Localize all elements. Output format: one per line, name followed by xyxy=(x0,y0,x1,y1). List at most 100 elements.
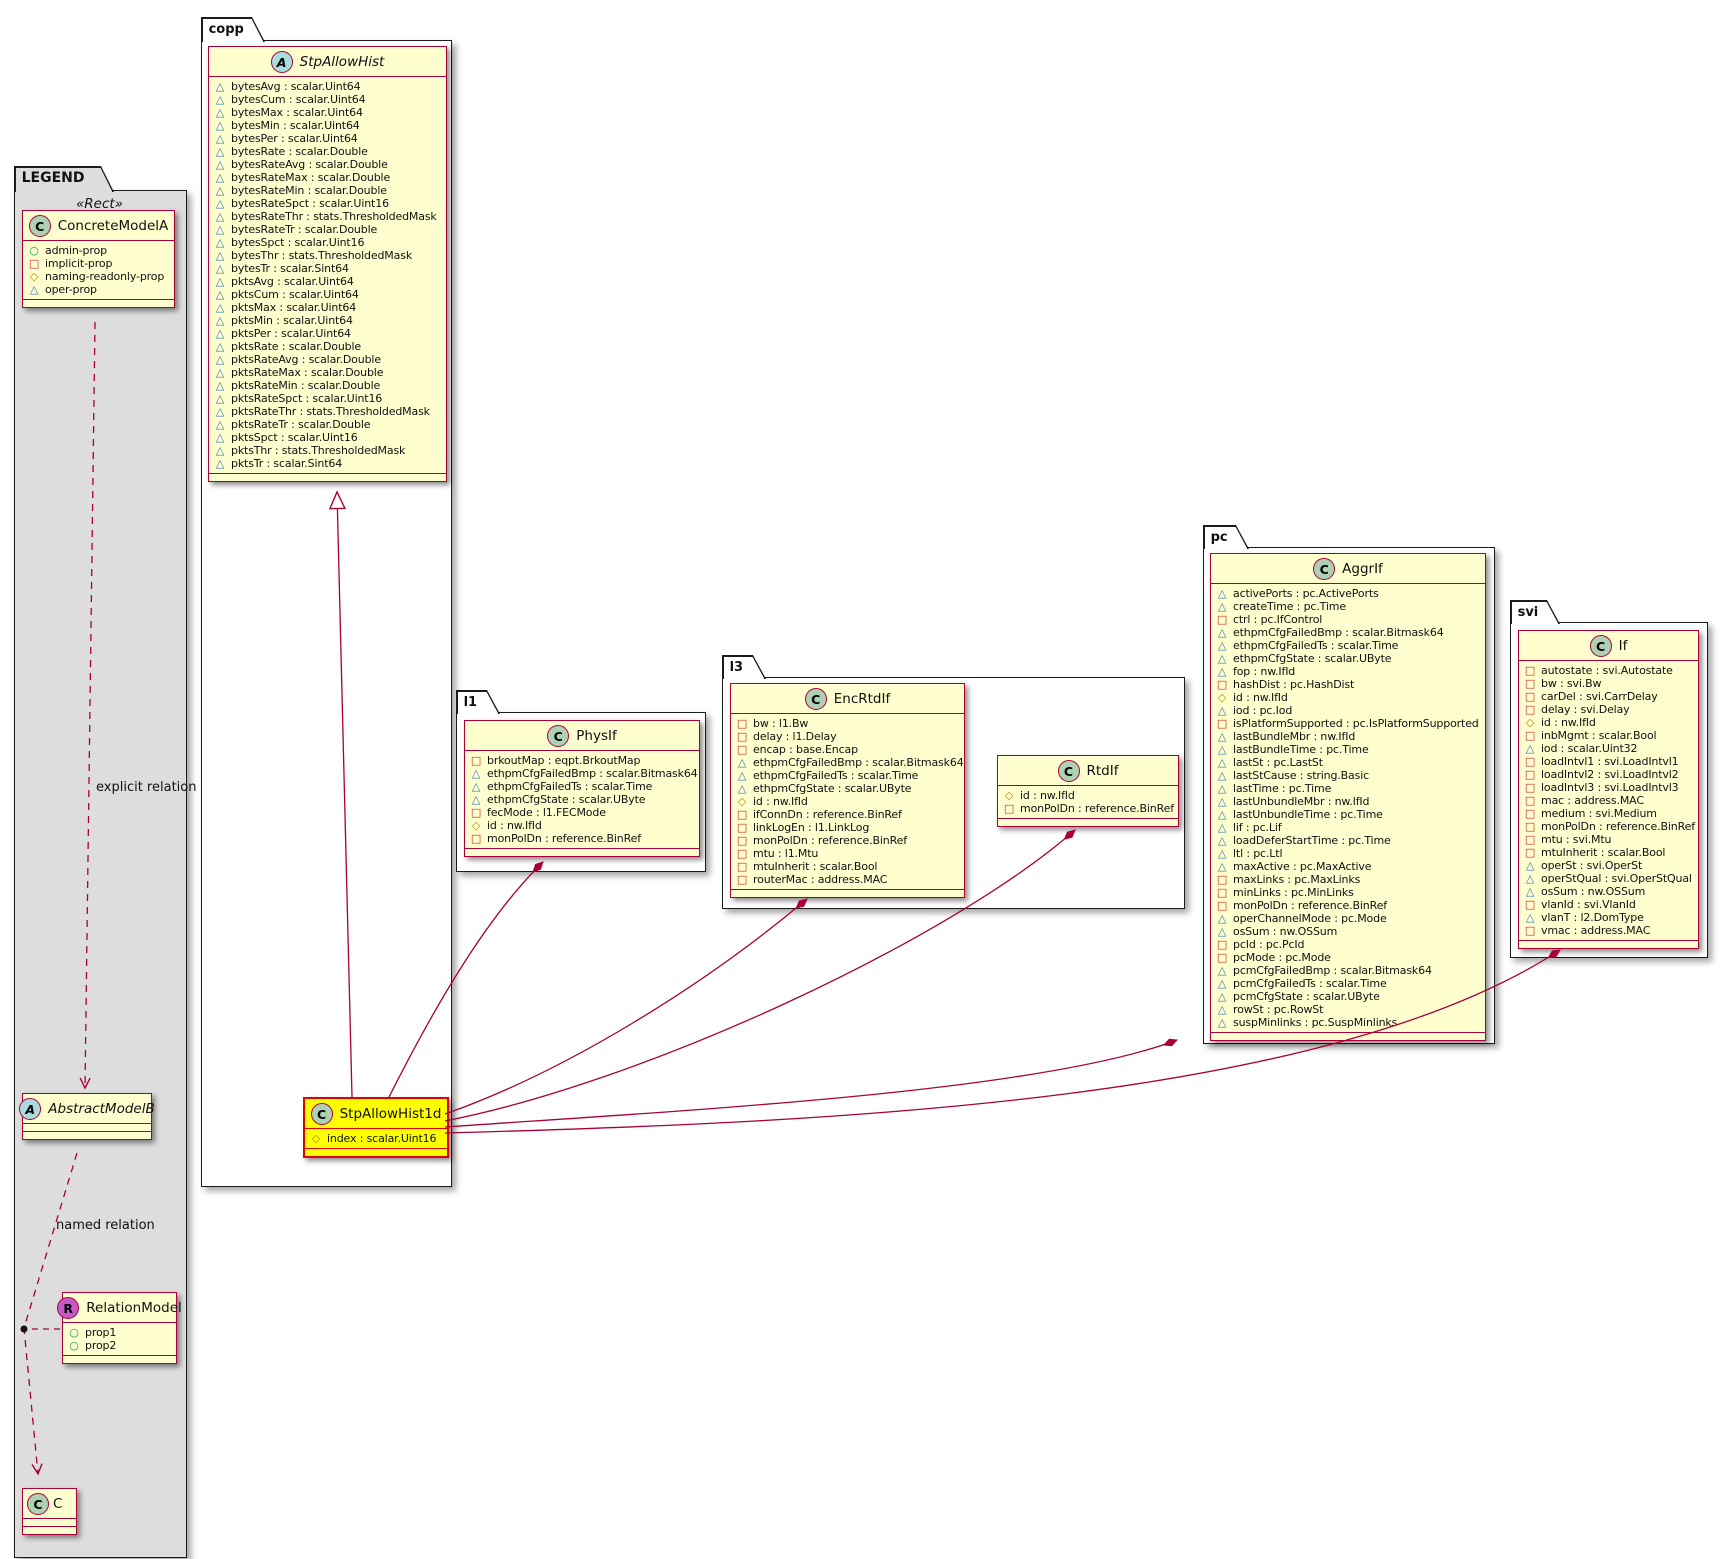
attribute-row: □mtu : l1.Mtu xyxy=(736,847,960,860)
attribute-text: bw : svi.Bw xyxy=(1541,677,1601,690)
attribute-row: △ethpmCfgFailedTs : scalar.Time xyxy=(736,769,960,782)
implicit-prop-icon: □ xyxy=(1524,846,1536,859)
oper-prop-icon: △ xyxy=(214,249,226,262)
composition-aggrif-edge xyxy=(445,1040,1177,1127)
attribute-row: △ethpmCfgFailedBmp : scalar.Bitmask64 xyxy=(736,756,960,769)
attribute-text: bytesAvg : scalar.Uint64 xyxy=(231,80,361,93)
attribute-row: △vlanT : l2.DomType xyxy=(1524,911,1694,924)
attributes-compartment: □autostate : svi.Autostate□bw : svi.Bw□c… xyxy=(1519,661,1698,940)
attributes-compartment: □bw : l1.Bw□delay : l1.Delay□encap : bas… xyxy=(731,714,964,889)
attribute-text: activePorts : pc.ActivePorts xyxy=(1233,587,1379,600)
methods-compartment xyxy=(23,1526,76,1534)
attribute-row: □implicit-prop xyxy=(28,257,170,270)
oper-prop-icon: △ xyxy=(214,431,226,444)
attribute-row: □vmac : address.MAC xyxy=(1524,924,1694,937)
implicit-prop-icon: □ xyxy=(1216,613,1228,626)
attribute-text: bytesMax : scalar.Uint64 xyxy=(231,106,363,119)
attribute-text: id : nw.IfId xyxy=(1541,716,1596,729)
class-title: C ConcreteModelA xyxy=(23,211,174,241)
oper-prop-icon: △ xyxy=(214,93,226,106)
attribute-text: monPolDn : reference.BinRef xyxy=(487,832,641,845)
oper-prop-icon: △ xyxy=(1524,742,1536,755)
attribute-text: bytesRateAvg : scalar.Double xyxy=(231,158,388,171)
oper-prop-icon: △ xyxy=(214,288,226,301)
implicit-prop-icon: □ xyxy=(736,847,748,860)
attribute-row: □mac : address.MAC xyxy=(1524,794,1694,807)
class-stpallowhist1d: C StpAllowHist1d ◇index : scalar.Uint16 xyxy=(303,1097,449,1158)
oper-prop-icon: △ xyxy=(1216,860,1228,873)
attribute-text: lastTime : pc.Time xyxy=(1233,782,1331,795)
oper-prop-icon: △ xyxy=(214,132,226,145)
attribute-text: monPolDn : reference.BinRef xyxy=(1020,802,1174,815)
attribute-text: bytesPer : scalar.Uint64 xyxy=(231,132,358,145)
attribute-row: ◇id : nw.IfId xyxy=(736,795,960,808)
attribute-row: △createTime : pc.Time xyxy=(1216,600,1481,613)
class-spot-icon: C xyxy=(29,215,51,237)
class-spot-icon: C xyxy=(311,1103,333,1125)
package-label-l3: l3 xyxy=(724,657,765,679)
attribute-row: △pcmCfgFailedTs : scalar.Time xyxy=(1216,977,1481,990)
implicit-prop-icon: □ xyxy=(736,873,748,886)
attribute-row: △bytesAvg : scalar.Uint64 xyxy=(214,80,442,93)
class-abstractmodelb: A AbstractModelB xyxy=(22,1093,152,1140)
implicit-prop-icon: □ xyxy=(1524,833,1536,846)
admin-prop-icon: ○ xyxy=(28,244,40,257)
oper-prop-icon: △ xyxy=(214,353,226,366)
attribute-text: bytesMin : scalar.Uint64 xyxy=(231,119,360,132)
attribute-text: pktsRateSpct : scalar.Uint16 xyxy=(231,392,382,405)
class-title: C StpAllowHist1d xyxy=(305,1099,447,1129)
attribute-row: △ bytesRateMax : scalar.Double xyxy=(214,171,442,184)
oper-prop-icon: △ xyxy=(1216,769,1228,782)
implicit-prop-icon: □ xyxy=(470,832,482,845)
class-title: C C xyxy=(23,1489,76,1518)
attribute-text: operStQual : svi.OperStQual xyxy=(1541,872,1692,885)
attribute-text: mtuInherit : scalar.Bool xyxy=(753,860,877,873)
admin-prop-icon: ○ xyxy=(68,1326,80,1339)
package-tab-l3: l3 xyxy=(722,655,766,679)
methods-compartment xyxy=(23,299,174,307)
attribute-text: pktsSpct : scalar.Uint16 xyxy=(231,431,358,444)
attribute-text: bytesRateMax : scalar.Double xyxy=(231,171,390,184)
class-name: C xyxy=(53,1496,62,1512)
oper-prop-icon: △ xyxy=(1216,912,1228,925)
attribute-text: iod : pc.Iod xyxy=(1233,704,1292,717)
oper-prop-icon: △ xyxy=(214,171,226,184)
abstract-spot-icon: A xyxy=(19,1098,41,1120)
uml-class-diagram: LEGEND «Rect» copp l1 l3 pc svi A StpAll… xyxy=(0,0,1722,1559)
attribute-text: lastStCause : string.Basic xyxy=(1233,769,1369,782)
attribute-row: △ethpmCfgFailedTs : scalar.Time xyxy=(470,780,695,793)
implicit-prop-icon: □ xyxy=(1524,781,1536,794)
attribute-row: △bytesRateMin : scalar.Double xyxy=(214,184,442,197)
attribute-text: osSum : nw.OSSum xyxy=(1541,885,1645,898)
class-name: PhysIf xyxy=(576,728,616,744)
attribute-row: ◇index : scalar.Uint16 xyxy=(310,1132,443,1145)
attribute-row: △ethpmCfgFailedTs : scalar.Time xyxy=(1216,639,1481,652)
attribute-text: osSum : nw.OSSum xyxy=(1233,925,1337,938)
attribute-text: ifConnDn : reference.BinRef xyxy=(753,808,902,821)
attribute-row: △pktsRateMin : scalar.Double xyxy=(214,379,442,392)
attribute-text: bytesThr : stats.ThresholdedMask xyxy=(231,249,412,262)
attribute-text: mtu : svi.Mtu xyxy=(1541,833,1611,846)
attribute-row: □monPolDn : reference.BinRef xyxy=(1216,899,1481,912)
attribute-text: admin-prop xyxy=(45,244,107,257)
attribute-text: ltl : pc.Ltl xyxy=(1233,847,1282,860)
attribute-text: minLinks : pc.MinLinks xyxy=(1233,886,1354,899)
oper-prop-icon: △ xyxy=(28,283,40,296)
package-tab-pc: pc xyxy=(1203,525,1249,549)
attribute-text: ethpmCfgState : scalar.UByte xyxy=(1233,652,1391,665)
class-name: StpAllowHist1d xyxy=(340,1106,442,1122)
attribute-text: id : nw.IfId xyxy=(487,819,542,832)
attribute-text: pcmCfgState : scalar.UByte xyxy=(1233,990,1380,1003)
attribute-text: bw : l1.Bw xyxy=(753,717,808,730)
oper-prop-icon: △ xyxy=(1216,665,1228,678)
implicit-prop-icon: □ xyxy=(1216,873,1228,886)
oper-prop-icon: △ xyxy=(214,405,226,418)
oper-prop-icon: △ xyxy=(214,210,226,223)
attribute-row: □pcMode : pc.Mode xyxy=(1216,951,1481,964)
oper-prop-icon: △ xyxy=(214,119,226,132)
implicit-prop-icon: □ xyxy=(1524,794,1536,807)
oper-prop-icon: △ xyxy=(214,262,226,275)
naming-prop-icon: ◇ xyxy=(1216,691,1228,704)
admin-prop-icon: ○ xyxy=(68,1339,80,1352)
attribute-row: □mtuInherit : scalar.Bool xyxy=(736,860,960,873)
